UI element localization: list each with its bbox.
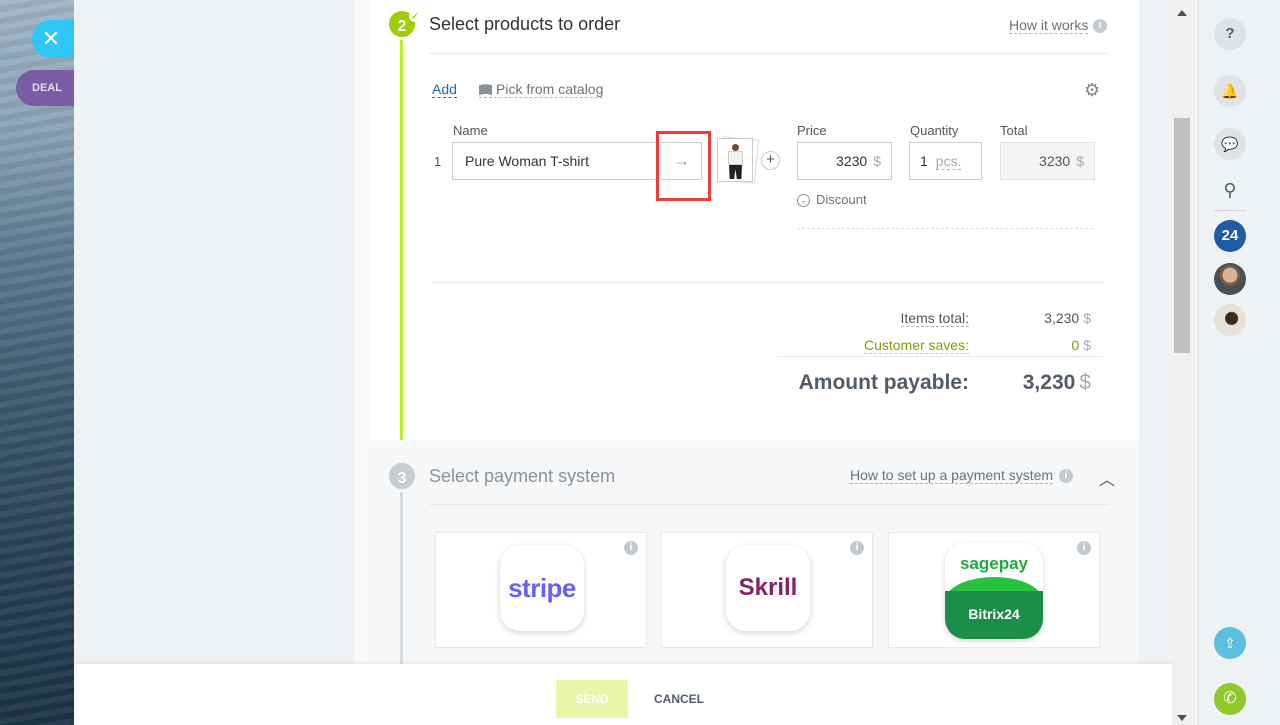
- how-it-works-link[interactable]: How it works: [1009, 17, 1089, 34]
- customer-saves-currency: $: [1083, 337, 1091, 353]
- info-icon[interactable]: i: [1093, 19, 1107, 33]
- help-icon[interactable]: ?: [1214, 18, 1246, 50]
- avatar[interactable]: [1214, 304, 1246, 336]
- step-progress-line: [400, 40, 403, 440]
- order-form: 2 ✓ Select products to order How it work…: [354, 0, 1139, 664]
- divider: [429, 504, 1109, 505]
- add-product-link[interactable]: Add: [432, 81, 457, 98]
- stripe-logo: stripe: [500, 545, 584, 631]
- scroll-thumb[interactable]: [1174, 118, 1190, 353]
- items-total-currency: $: [1083, 310, 1091, 326]
- footer-bar: SEND CANCEL: [74, 664, 1172, 725]
- slider-panel: 2 ✓ Select products to order How it work…: [74, 0, 1198, 725]
- items-total-label: Items total:: [900, 310, 969, 327]
- total-value: 3230: [1039, 153, 1071, 169]
- step-select-products: 2 ✓ Select products to order How it work…: [369, 0, 1139, 440]
- skrill-logo: Skrill: [726, 545, 810, 631]
- items-total-amount: 3,230: [1044, 310, 1080, 326]
- close-slider-button[interactable]: ✕: [32, 20, 74, 58]
- price-currency: $: [873, 153, 881, 169]
- product-thumbnail[interactable]: [717, 138, 753, 182]
- unit-selector[interactable]: pcs.: [935, 153, 962, 170]
- divider: [429, 53, 1109, 54]
- price-field[interactable]: 3230 $: [797, 142, 892, 180]
- payment-option-stripe[interactable]: i stripe: [435, 532, 647, 648]
- sagepay-logo-text: sagepay: [959, 554, 1029, 573]
- column-price-label: Price: [797, 123, 827, 138]
- check-icon: ✓: [409, 10, 421, 22]
- customer-saves-amount: 0: [1071, 337, 1080, 353]
- quantity-value: 1: [920, 153, 928, 169]
- gear-icon[interactable]: ⚙: [1084, 81, 1100, 99]
- scroll-up-icon[interactable]: [1177, 10, 1187, 16]
- vertical-scrollbar[interactable]: [1172, 0, 1192, 725]
- total-field: 3230 $: [1000, 142, 1095, 180]
- thumbnail-legs: [729, 165, 742, 179]
- payment-option-sagepay[interactable]: i sagepay Bitrix24: [888, 532, 1100, 648]
- step-progress-line: [400, 492, 403, 664]
- thumbnail-shirt: [728, 151, 743, 165]
- share-icon[interactable]: ⇪: [1214, 627, 1246, 659]
- deal-badge[interactable]: DEAL: [16, 70, 74, 106]
- highlight-box: [656, 131, 711, 201]
- divider: [1214, 210, 1246, 211]
- stripe-logo-text: stripe: [508, 573, 576, 603]
- divider: [797, 228, 1093, 229]
- close-icon: ✕: [41, 26, 61, 51]
- price-value: 3230: [836, 153, 868, 169]
- phone-icon[interactable]: ✆: [1214, 683, 1246, 715]
- chat-icon[interactable]: 💬: [1214, 128, 1246, 160]
- items-total-value: 3,230 $: [1044, 310, 1091, 326]
- customer-saves-value: 0 $: [1071, 337, 1091, 353]
- info-icon[interactable]: i: [850, 541, 864, 555]
- divider: [777, 356, 1103, 357]
- divider: [432, 282, 1104, 283]
- send-button[interactable]: SEND: [556, 680, 628, 718]
- bitrix24-icon[interactable]: 24: [1214, 220, 1246, 252]
- amount-payable-value: 3,230 $: [1023, 371, 1091, 395]
- chevron-up-icon[interactable]: ︿: [1099, 466, 1115, 489]
- bell-icon[interactable]: 🔔: [1214, 75, 1246, 107]
- amount-payable-label: Amount payable:: [798, 371, 969, 394]
- payment-option-skrill[interactable]: i Skrill: [661, 532, 873, 648]
- skrill-logo-text: Skrill: [738, 574, 798, 601]
- book-icon: [479, 84, 492, 95]
- discount-label: Discount: [816, 192, 867, 207]
- customer-saves-label: Customer saves:: [863, 337, 969, 354]
- scroll-down-icon[interactable]: [1177, 715, 1187, 721]
- add-image-button[interactable]: +: [761, 151, 780, 170]
- pick-from-catalog-label: Pick from catalog: [496, 81, 604, 97]
- background-landscape: [0, 0, 74, 725]
- step-select-payment-system: 3 Select payment system How to set up a …: [369, 446, 1139, 664]
- pick-from-catalog-link[interactable]: Pick from catalog: [479, 81, 604, 98]
- step-title: Select products to order: [429, 14, 621, 34]
- info-icon[interactable]: i: [624, 541, 638, 555]
- column-name-label: Name: [453, 123, 488, 138]
- info-icon[interactable]: i: [1059, 469, 1073, 483]
- amount-payable-amount: 3,230: [1022, 371, 1076, 394]
- sagepay-logo: sagepay Bitrix24: [945, 543, 1043, 639]
- search-icon[interactable]: ⚲: [1214, 174, 1246, 206]
- payment-setup-help-link[interactable]: How to set up a payment system: [850, 467, 1054, 484]
- amount-payable-currency: $: [1079, 371, 1091, 394]
- right-sidebar: ? 🔔 💬 ⚲ 24 ⇪ ✆: [1198, 0, 1280, 725]
- thumbnail-head: [732, 144, 739, 151]
- discount-toggle[interactable]: ⌄ Discount: [797, 192, 867, 207]
- quantity-field[interactable]: 1 pcs.: [909, 142, 982, 180]
- column-total-label: Total: [1000, 123, 1028, 138]
- cancel-button[interactable]: CANCEL: [644, 680, 714, 718]
- total-currency: $: [1076, 153, 1084, 169]
- avatar[interactable]: [1214, 263, 1246, 295]
- column-quantity-label: Quantity: [910, 123, 959, 138]
- step-number: 3: [386, 460, 418, 492]
- bitrix24-logo-text: Bitrix24: [945, 591, 1043, 639]
- slider-left-area: [74, 0, 354, 664]
- info-icon[interactable]: i: [1077, 541, 1091, 555]
- step-title: Select payment system: [429, 466, 616, 486]
- row-index: 1: [434, 154, 442, 169]
- chevron-down-icon: ⌄: [797, 194, 810, 207]
